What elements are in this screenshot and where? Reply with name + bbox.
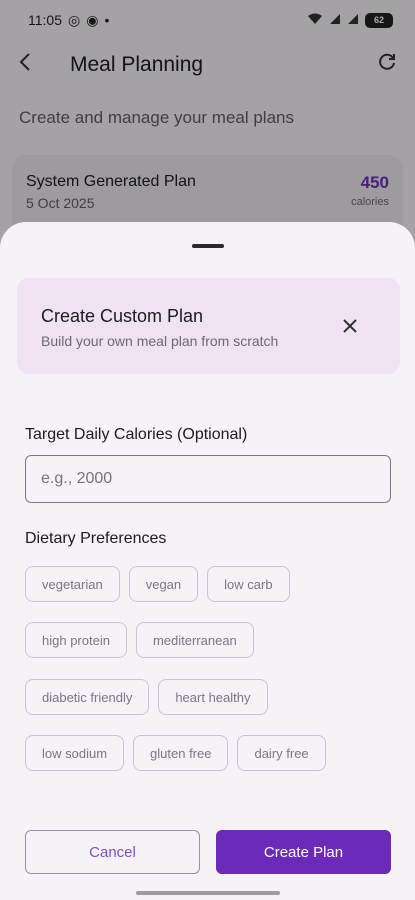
create-plan-button[interactable]: Create Plan — [216, 830, 391, 874]
chip-vegan[interactable]: vegan — [128, 566, 199, 602]
chip-heart-healthy[interactable]: heart healthy — [158, 679, 268, 715]
chips-row: diabetic friendly heart healthy — [25, 679, 268, 715]
drag-handle[interactable] — [192, 244, 224, 248]
chip-high-protein[interactable]: high protein — [25, 622, 127, 658]
chip-diabetic-friendly[interactable]: diabetic friendly — [25, 679, 150, 715]
chip-mediterranean[interactable]: mediterranean — [135, 622, 254, 658]
chip-dairy-free[interactable]: dairy free — [237, 735, 326, 771]
sheet-subtitle: Build your own meal plan from scratch — [41, 333, 279, 349]
chips-row: high protein mediterranean — [25, 622, 254, 658]
sheet-header-card: Create Custom Plan Build your own meal p… — [17, 278, 400, 374]
chip-low-carb[interactable]: low carb — [207, 566, 290, 602]
calories-input[interactable] — [25, 455, 391, 503]
calories-label: Target Daily Calories (Optional) — [25, 426, 248, 443]
chip-vegetarian[interactable]: vegetarian — [25, 566, 120, 602]
chip-low-sodium[interactable]: low sodium — [25, 735, 125, 771]
close-icon[interactable] — [338, 316, 362, 340]
cancel-button[interactable]: Cancel — [25, 830, 200, 874]
bottom-sheet: Create Custom Plan Build your own meal p… — [0, 222, 415, 900]
gesture-bar — [136, 891, 280, 895]
sheet-title: Create Custom Plan — [41, 306, 204, 326]
chips-row: low sodium gluten free dairy free — [25, 735, 326, 771]
dietary-label: Dietary Preferences — [25, 530, 167, 547]
chip-gluten-free[interactable]: gluten free — [133, 735, 229, 771]
chips-row: vegetarian vegan low carb — [25, 566, 290, 602]
